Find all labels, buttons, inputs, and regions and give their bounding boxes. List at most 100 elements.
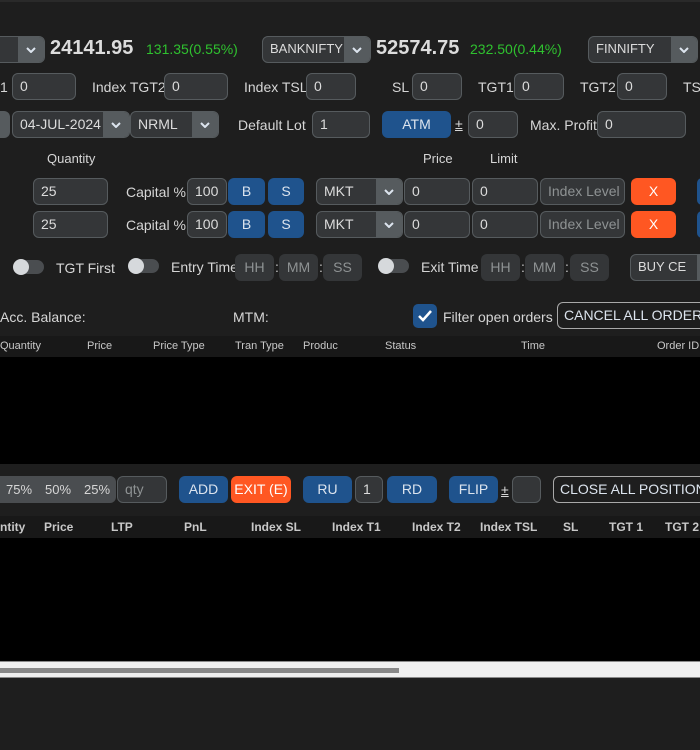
- exit-time-toggle[interactable]: [378, 258, 409, 274]
- plus-minus-icon: ±: [455, 116, 463, 132]
- price-type-select[interactable]: MKT: [316, 211, 403, 238]
- tgt2-input[interactable]: 0: [617, 73, 667, 100]
- index-tgt2-input[interactable]: 0: [164, 73, 228, 100]
- sell-button[interactable]: S: [268, 211, 304, 238]
- mtm-label: MTM:: [233, 309, 269, 325]
- acc-balance-label: Acc. Balance:: [0, 309, 86, 325]
- filter-open-orders-checkbox[interactable]: [413, 304, 437, 328]
- orders-column-header[interactable]: Price: [87, 340, 112, 352]
- pct-25-button[interactable]: 25%: [84, 482, 110, 497]
- chevron-down-icon: [376, 212, 402, 237]
- step-input[interactable]: 1: [355, 476, 383, 503]
- buy-button[interactable]: B: [228, 178, 265, 205]
- positions-column-header[interactable]: Index TSL: [480, 520, 537, 534]
- positions-column-header[interactable]: Index T2: [412, 520, 461, 534]
- sell-button[interactable]: S: [268, 178, 304, 205]
- chevron-down-icon: [192, 112, 218, 137]
- nifty-change: 131.35(0.55%): [146, 41, 238, 57]
- limit-header: Limit: [490, 151, 518, 166]
- positions-column-header[interactable]: Index SL: [251, 520, 301, 534]
- limit-input[interactable]: 0: [472, 211, 538, 238]
- capital-label: Capital %: [126, 217, 186, 233]
- horizontal-scrollbar[interactable]: [0, 661, 700, 678]
- orders-column-header[interactable]: Tran Type: [235, 340, 284, 352]
- chevron-down-icon: [671, 37, 697, 62]
- filter-open-orders-label: Filter open orders: [443, 309, 553, 325]
- flip-offset-input[interactable]: [512, 476, 541, 503]
- entry-hh-input[interactable]: HH: [235, 254, 274, 281]
- entry-mm-input[interactable]: MM: [279, 254, 318, 281]
- product-select[interactable]: NRML: [130, 111, 219, 138]
- price-input[interactable]: 0: [404, 178, 470, 205]
- entry-ss-input[interactable]: SS: [323, 254, 362, 281]
- orders-column-header[interactable]: Status: [385, 340, 416, 352]
- quantity-input[interactable]: 25: [33, 178, 108, 205]
- quantity-input[interactable]: 25: [33, 211, 108, 238]
- index-level-input[interactable]: Index Level: [540, 211, 625, 238]
- index-select-nifty[interactable]: [0, 36, 45, 63]
- orders-column-header[interactable]: Time: [521, 340, 545, 352]
- colon: :: [565, 259, 569, 275]
- exit-ss-input[interactable]: SS: [570, 254, 609, 281]
- banknifty-price: 52574.75: [376, 37, 460, 59]
- positions-column-header[interactable]: Price: [44, 520, 73, 534]
- index-tgt1-input[interactable]: 0: [12, 73, 76, 100]
- index-select-banknifty[interactable]: BANKNIFTY: [262, 36, 371, 63]
- capital-label: Capital %: [126, 184, 186, 200]
- tgt-first-toggle[interactable]: [13, 259, 44, 275]
- price-header: Price: [423, 151, 453, 166]
- orders-column-header[interactable]: Produc: [303, 340, 338, 352]
- capital-input[interactable]: 100: [187, 211, 227, 238]
- positions-column-header[interactable]: ntity: [0, 520, 25, 534]
- index-tsl-input[interactable]: 0: [306, 73, 356, 100]
- atm-offset-input[interactable]: 0: [468, 111, 518, 138]
- orders-column-header[interactable]: Quantity: [0, 340, 41, 352]
- sl-input[interactable]: 0: [412, 73, 462, 100]
- cancel-all-orders-button[interactable]: CANCEL ALL ORDERS ((: [557, 302, 700, 329]
- chevron-down-icon: [344, 37, 370, 62]
- quantity-header: Quantity: [47, 151, 96, 166]
- tgt1-input[interactable]: 0: [514, 73, 564, 100]
- prev-combo-arrow[interactable]: [0, 111, 10, 138]
- atm-button[interactable]: ATM: [382, 111, 451, 138]
- expiry-value: 04-JUL-2024: [20, 116, 101, 132]
- strategy-select[interactable]: BUY CE: [630, 254, 700, 281]
- price-type-select[interactable]: MKT: [316, 178, 403, 205]
- add-button[interactable]: ADD: [179, 476, 228, 503]
- limit-input[interactable]: 0: [472, 178, 538, 205]
- positions-column-header[interactable]: LTP: [111, 520, 133, 534]
- price-input[interactable]: 0: [404, 211, 470, 238]
- pct-75-button[interactable]: 75%: [6, 482, 32, 497]
- positions-column-header[interactable]: SL: [563, 520, 578, 534]
- positions-column-header[interactable]: Index T1: [332, 520, 381, 534]
- rd-button[interactable]: RD: [387, 476, 437, 503]
- positions-column-header[interactable]: PnL: [184, 520, 207, 534]
- cancel-row-button[interactable]: X: [631, 211, 676, 238]
- max-profit-input[interactable]: 0: [597, 111, 686, 138]
- default-lot-input[interactable]: 1: [312, 111, 370, 138]
- exit-button[interactable]: EXIT (E): [231, 476, 291, 503]
- index-level-input[interactable]: Index Level: [540, 178, 625, 205]
- price-type-value: MKT: [324, 183, 354, 199]
- close-all-positions-button[interactable]: CLOSE ALL POSITIONS ((: [553, 476, 700, 503]
- ru-button[interactable]: RU: [303, 476, 352, 503]
- index-select-finnifty[interactable]: FINNIFTY: [588, 36, 698, 63]
- exit-time-label: Exit Time: [421, 259, 479, 275]
- positions-column-header[interactable]: TGT 1: [609, 520, 643, 534]
- capital-input[interactable]: 100: [187, 178, 227, 205]
- orders-column-header[interactable]: Order ID: [657, 340, 699, 352]
- orders-column-header[interactable]: Price Type: [153, 340, 205, 352]
- exit-hh-input[interactable]: HH: [481, 254, 520, 281]
- banknifty-label: BANKNIFTY: [270, 41, 343, 56]
- positions-column-header[interactable]: TGT 2: [665, 520, 699, 534]
- max-profit-label: Max. Profit: [530, 117, 597, 133]
- entry-time-toggle[interactable]: [128, 258, 159, 274]
- flip-button[interactable]: FLIP: [449, 476, 498, 503]
- pct-50-button[interactable]: 50%: [45, 482, 71, 497]
- qty-input[interactable]: qty: [117, 476, 167, 503]
- buy-button[interactable]: B: [228, 211, 265, 238]
- cancel-row-button[interactable]: X: [631, 178, 676, 205]
- expiry-select[interactable]: 04-JUL-2024: [12, 111, 130, 138]
- exit-mm-input[interactable]: MM: [525, 254, 564, 281]
- scrollbar-thumb[interactable]: [0, 668, 399, 673]
